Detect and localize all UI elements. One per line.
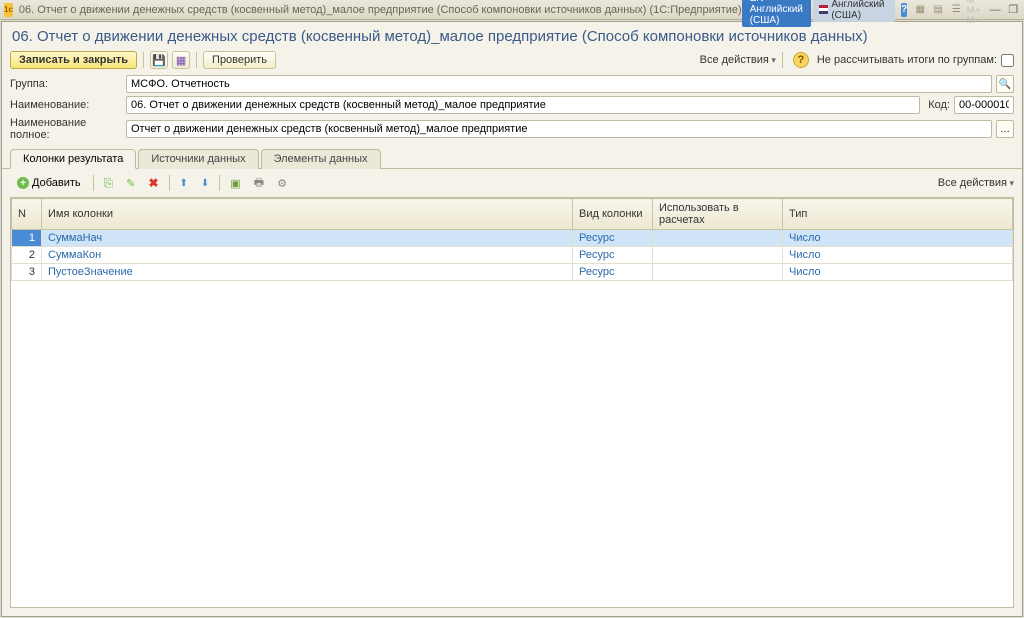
save-icon-button[interactable]: 💾 [150,51,168,69]
name-label: Наименование: [10,99,122,111]
code-label: Код: [928,99,950,111]
separator [196,52,197,68]
table-row[interactable]: 1СуммаНачРесурс Число [12,230,1013,247]
cell-type: Число [783,264,1013,281]
app-icon: 1c [4,3,13,17]
tool-icon-1[interactable]: ▦ [913,3,927,17]
col-name[interactable]: Имя колонки [42,199,573,230]
settings-button[interactable]: ⚙ [272,173,292,193]
name-input[interactable] [126,96,920,114]
fullname-label: Наименование полное: [10,117,122,141]
table-row[interactable]: 3ПустоеЗначениеРесурс Число [12,264,1013,281]
all-actions-dropdown[interactable]: Все действия [700,54,776,66]
main-toolbar: Записать и закрыть 💾 ▦ Проверить Все дей… [2,49,1022,75]
col-kind[interactable]: Вид колонки [573,199,653,230]
grid: N Имя колонки Вид колонки Использовать в… [10,197,1014,608]
separator [143,52,144,68]
add-button[interactable]: + Добавить [10,173,88,193]
cell-calc [653,247,783,264]
group-lookup-button[interactable]: 🔍 [996,75,1014,93]
separator [782,52,783,68]
cell-kind: Ресурс [573,247,653,264]
window-title: 06. Отчет о движении денежных средств (к… [19,4,742,16]
cell-type: Число [783,230,1013,247]
cell-calc [653,230,783,247]
help-icon[interactable]: ? [901,3,907,17]
grid-empty-area [11,281,1013,607]
no-group-totals-label: Не рассчитывать итоги по группам: [817,54,1014,67]
delete-icon: ✖ [148,176,158,190]
move-down-button[interactable]: ⬇ [196,173,214,193]
page-title: 06. Отчет о движении денежных средств (к… [2,22,1022,49]
tool-icon-2[interactable]: ▤ [931,3,945,17]
tool-icon-3[interactable]: ☰ [949,3,963,17]
grid-all-actions-dropdown[interactable]: Все действия [938,177,1014,189]
memory-indicator: M M+ M- [967,3,981,17]
code-input[interactable] [954,96,1014,114]
separator [219,175,220,191]
save-and-close-button[interactable]: Записать и закрыть [10,51,137,69]
cell-n: 2 [12,247,42,264]
export-icon: ▣ [230,177,240,190]
tabs: Колонки результата Источники данных Элем… [2,144,1022,169]
plus-icon: + [17,177,29,189]
move-up-button[interactable]: ⬆ [175,173,193,193]
gear-icon: ⚙ [277,177,287,190]
maximize-button[interactable]: ❐ [1005,3,1021,17]
edit-icon: ✎ [126,177,135,190]
arrow-up-icon: ⬆ [180,178,188,189]
spreadsheet-icon-button[interactable]: ▦ [172,51,190,69]
check-button[interactable]: Проверить [203,51,276,69]
form-area: Группа: 🔍 Наименование: Код: Наименовани… [2,75,1022,144]
cell-n: 3 [12,264,42,281]
window-body: 06. Отчет о движении денежных средств (к… [1,21,1023,617]
cell-type: Число [783,247,1013,264]
fullname-more-button[interactable]: … [996,120,1014,138]
grid-toolbar: + Добавить ⎘ ✎ ✖ ⬆ ⬇ ▣ 🖶 ⚙ Все действия [2,169,1022,197]
delete-button[interactable]: ✖ [143,173,163,193]
fullname-input[interactable] [126,120,992,138]
copy-button[interactable]: ⎘ [99,173,119,193]
flag-icon [819,5,828,14]
tab-data-sources[interactable]: Источники данных [138,149,258,169]
col-n[interactable]: N [12,199,42,230]
edit-button[interactable]: ✎ [121,173,140,193]
col-calc[interactable]: Использовать в расчетах [653,199,783,230]
print-button[interactable]: 🖶 [249,173,269,193]
toolbar-icons: ▦ ▤ ☰ M M+ M- [913,3,981,17]
col-type[interactable]: Тип [783,199,1013,230]
help-icon[interactable]: ? [793,52,809,68]
minimize-button[interactable]: — [987,3,1003,17]
separator [93,175,94,191]
group-label: Группа: [10,78,122,90]
window-controls: — ❐ ✕ [987,3,1024,17]
cell-name: СуммаКон [42,247,573,264]
cell-name: СуммаНач [42,230,573,247]
group-input[interactable] [126,75,992,93]
table-row[interactable]: 2СуммаКонРесурс Число [12,247,1013,264]
tab-data-elements[interactable]: Элементы данных [261,149,381,169]
cell-calc [653,264,783,281]
cell-kind: Ресурс [573,264,653,281]
separator [169,175,170,191]
copy-icon: ⎘ [104,176,114,191]
tab-result-columns[interactable]: Колонки результата [10,149,136,169]
cell-kind: Ресурс [573,230,653,247]
cell-n: 1 [12,230,42,247]
no-group-totals-checkbox[interactable] [1001,54,1014,67]
titlebar: 1c 06. Отчет о движении денежных средств… [0,0,1024,20]
columns-table[interactable]: N Имя колонки Вид колонки Использовать в… [11,198,1013,281]
arrow-down-icon: ⬇ [201,178,209,189]
cell-name: ПустоеЗначение [42,264,573,281]
language-indicator-2[interactable]: Английский (США) [813,0,895,22]
export-button[interactable]: ▣ [225,173,245,193]
print-icon: 🖶 [254,174,264,193]
